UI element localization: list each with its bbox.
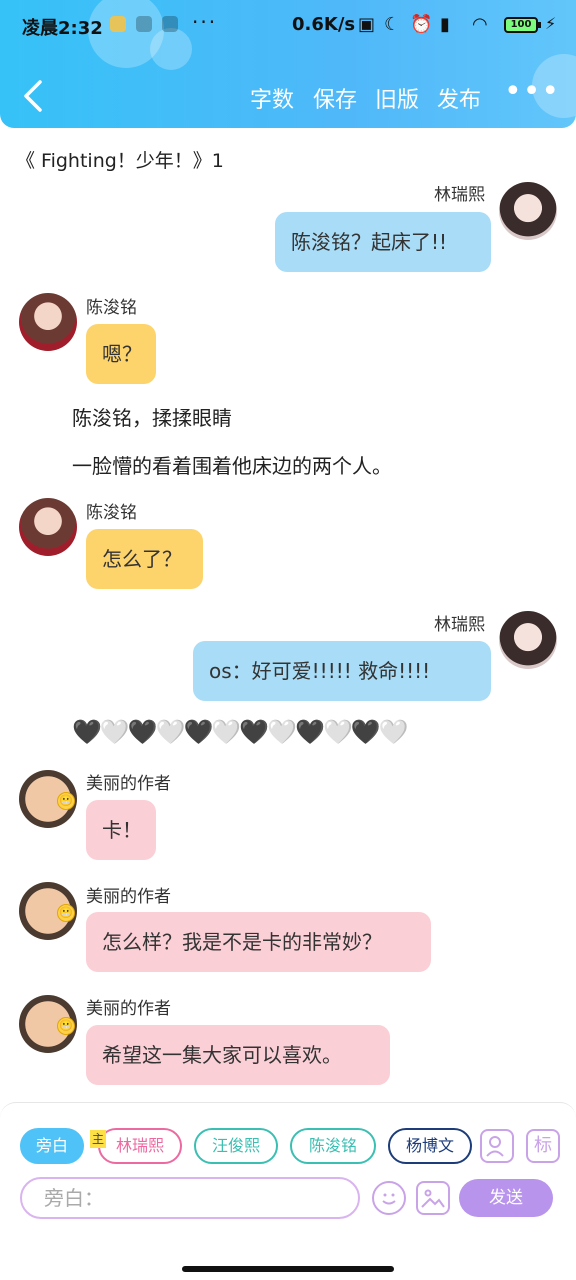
message-bubble[interactable]: 陈浚铭？起床了!!: [275, 212, 491, 272]
notification-icon: [110, 16, 126, 32]
role-chip-chen-junming[interactable]: 陈浚铭: [290, 1128, 376, 1164]
word-count-button[interactable]: 字数: [250, 82, 294, 114]
narration-text[interactable]: 陈浚铭，揉揉眼睛: [72, 402, 232, 431]
speaker-name: 林瑞熙: [434, 615, 485, 635]
signal-icon: ▮: [440, 14, 450, 35]
moon-icon: ☾: [384, 14, 401, 35]
battery-tip: [538, 22, 541, 28]
avatar[interactable]: [19, 293, 77, 351]
role-chip-lin-ruixi[interactable]: 林瑞熙: [98, 1128, 182, 1164]
status-bar: 凌晨2:32 ··· 0.6K/s ▣ ☾ ⏰ ▮ ◠ 100 ⚡: [0, 0, 576, 52]
avatar[interactable]: [499, 182, 557, 240]
more-dots-icon[interactable]: •••: [504, 74, 560, 109]
status-time: 凌晨2:32: [22, 18, 103, 39]
app-header: 凌晨2:32 ··· 0.6K/s ▣ ☾ ⏰ ▮ ◠ 100 ⚡ 字数 保存 …: [0, 0, 576, 128]
grimace-emoji-icon: 😬: [57, 904, 75, 922]
message-bubble[interactable]: 嗯？: [86, 324, 156, 384]
battery-icon: 100: [504, 17, 538, 33]
speaker-name: 美丽的作者: [86, 887, 171, 907]
message-bubble[interactable]: 怎么样？我是不是卡的非常妙？: [86, 912, 431, 972]
nfc-icon: ▣: [358, 14, 376, 35]
role-chip-yang-bowen[interactable]: 杨博文: [388, 1128, 472, 1164]
host-tag: 主: [90, 1130, 106, 1148]
role-chip-wang-junxi[interactable]: 汪俊熙: [194, 1128, 278, 1164]
network-speed: 0.6K/s: [292, 14, 356, 35]
speaker-name: 陈浚铭: [86, 503, 137, 523]
grimace-emoji-icon: 😬: [57, 1017, 75, 1035]
message-bubble[interactable]: 怎么了？: [86, 529, 203, 589]
old-version-button[interactable]: 旧版: [375, 82, 419, 114]
message-bubble[interactable]: 希望这一集大家可以喜欢。: [86, 1025, 390, 1085]
avatar[interactable]: [499, 611, 557, 669]
publish-button[interactable]: 发布: [437, 82, 481, 114]
hearts-divider: 🖤🤍🖤🤍🖤🤍🖤🤍🖤🤍🖤🤍: [72, 718, 409, 746]
speaker-name: 美丽的作者: [86, 999, 171, 1019]
back-arrow-icon[interactable]: [16, 76, 52, 116]
message-bubble[interactable]: os：好可爱!!!!! 救命!!!!: [193, 641, 491, 701]
notification-icon: [136, 16, 152, 32]
mark-label-icon[interactable]: 标: [526, 1129, 560, 1163]
avatar[interactable]: [19, 498, 77, 556]
speaker-name: 陈浚铭: [86, 298, 137, 318]
charging-icon: ⚡: [545, 14, 557, 33]
send-button[interactable]: 发送: [459, 1179, 553, 1217]
role-chip-narration[interactable]: 旁白: [20, 1128, 84, 1164]
speaker-name: 林瑞熙: [434, 185, 485, 205]
image-icon[interactable]: [416, 1181, 450, 1215]
role-avatar-icon[interactable]: [480, 1129, 514, 1163]
speaker-name: 美丽的作者: [86, 774, 171, 794]
home-indicator[interactable]: [182, 1266, 394, 1272]
message-input[interactable]: 旁白：: [20, 1177, 360, 1219]
alarm-icon: ⏰: [410, 14, 433, 35]
narration-text[interactable]: 一脸懵的看着围着他床边的两个人。: [72, 450, 392, 479]
status-more-dots: ···: [192, 10, 218, 34]
emoji-icon[interactable]: [372, 1181, 406, 1215]
notification-icon: [162, 16, 178, 32]
save-button[interactable]: 保存: [313, 82, 357, 114]
grimace-emoji-icon: 😬: [57, 792, 75, 810]
wifi-icon: ◠: [472, 14, 488, 35]
story-title: 《 Fighting！少年！》1: [16, 150, 224, 172]
top-nav: 字数 保存 旧版 发布 •••: [0, 70, 576, 122]
message-bubble[interactable]: 卡！: [86, 800, 156, 860]
